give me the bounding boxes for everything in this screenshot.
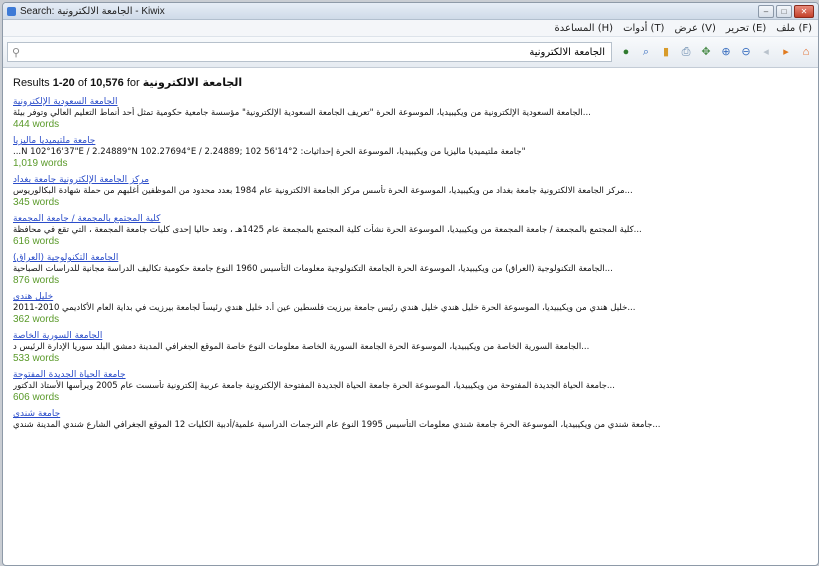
result-item: مركز الجامعة الإلكترونية جامعة بغداد ...…: [13, 175, 808, 208]
result-title-link[interactable]: جامعة الحياة الجديدة المفتوحة: [13, 370, 808, 380]
result-snippet: ...الجامعة السعودية الإلكترونية من ويكيب…: [13, 108, 591, 118]
result-item: كلية المجتمع بالمجمعة / جامعة المجمعة ..…: [13, 214, 808, 247]
result-title-link[interactable]: جامعة ملتيميديا ماليزيا: [13, 136, 808, 146]
globe-icon[interactable]: ●: [618, 44, 634, 60]
result-item: جامعة الحياة الجديدة المفتوحة ...جامعة ا…: [13, 370, 808, 403]
menu-edit[interactable]: تحرير (E): [726, 23, 766, 34]
result-word-count: 444 words: [13, 119, 60, 130]
bookmark-icon[interactable]: ▮: [658, 44, 674, 60]
result-snippet: ...N 102°16'37"E / 2.24889°N 102.27694°E…: [13, 147, 526, 157]
print-icon[interactable]: ⎙: [678, 44, 694, 60]
result-snippet: ...الجامعة التكنولوجية (العراق) من ويكيب…: [13, 264, 613, 274]
result-word-count: 345 words: [13, 197, 60, 208]
window-title: Search: الجامعة الالكترونية - Kiwix: [20, 5, 165, 17]
close-button[interactable]: ✕: [794, 4, 814, 18]
menu-bar: المساعدة (H) أدوات (T) عرض (V) تحرير (E)…: [3, 20, 818, 37]
results-for: for: [126, 77, 140, 89]
result-title-link[interactable]: خليل هندي: [13, 292, 808, 302]
search-input[interactable]: [20, 45, 607, 59]
kiwix-app-icon: [7, 6, 16, 16]
result-item: جامعة شندي ...جامعة شندي من ويكيبيديا، ا…: [13, 409, 808, 431]
next-icon[interactable]: ▸: [778, 44, 794, 60]
result-word-count: 362 words: [13, 314, 60, 325]
zoom-out-icon[interactable]: ⊖: [738, 44, 754, 60]
result-snippet: ...كلية المجتمع بالمجمعة / جامعة المجمعة…: [13, 225, 642, 235]
search-field[interactable]: ⚲: [7, 42, 612, 62]
result-snippet: ...خليل هندي من ويكيبيديا، الموسوعة الحر…: [13, 303, 636, 313]
results-range: 1-20: [52, 77, 75, 89]
previous-icon[interactable]: ◂: [758, 44, 774, 60]
home-icon[interactable]: ⌂: [798, 44, 814, 60]
zoom-in-icon[interactable]: ⊕: [718, 44, 734, 60]
menu-help[interactable]: المساعدة (H): [555, 23, 614, 34]
menu-tools[interactable]: أدوات (T): [623, 23, 664, 34]
result-item: الجامعة التكنولوجية (العراق) ...الجامعة …: [13, 253, 808, 286]
app-window: Search: الجامعة الالكترونية - Kiwix – □ …: [2, 2, 819, 566]
result-title-link[interactable]: الجامعة التكنولوجية (العراق): [13, 253, 808, 263]
search-results: Results 1-20 of 10,576 for الجامعة الالك…: [3, 68, 818, 443]
toolbar-icons: ● ⌕ ▮ ⎙ ✥ ⊕ ⊖ ◂ ▸ ⌂: [618, 44, 814, 60]
result-title-link[interactable]: الجامعة السورية الخاصة: [13, 331, 808, 341]
result-word-count: 1,019 words: [13, 158, 68, 169]
result-title-link[interactable]: مركز الجامعة الإلكترونية جامعة بغداد: [13, 175, 808, 185]
result-snippet: ...الجامعة السورية الخاصة من ويكيبيديا، …: [13, 342, 590, 352]
result-item: الجامعة السورية الخاصة ...الجامعة السوري…: [13, 331, 808, 364]
result-item: خليل هندي ...خليل هندي من ويكيبيديا، الم…: [13, 292, 808, 325]
window-controls: – □ ✕: [758, 4, 814, 18]
title-bar: Search: الجامعة الالكترونية - Kiwix – □ …: [3, 3, 818, 20]
result-title-link[interactable]: الجامعة السعودية الإلكترونية: [13, 97, 808, 107]
toolbar: ⚲ ● ⌕ ▮ ⎙ ✥ ⊕ ⊖ ◂ ▸ ⌂: [3, 37, 818, 68]
menu-file[interactable]: ملف (F): [776, 23, 812, 34]
result-title-link[interactable]: جامعة شندي: [13, 409, 808, 419]
result-title-link[interactable]: كلية المجتمع بالمجمعة / جامعة المجمعة: [13, 214, 808, 224]
result-word-count: 533 words: [13, 353, 60, 364]
result-word-count: 606 words: [13, 392, 60, 403]
result-item: الجامعة السعودية الإلكترونية ...الجامعة …: [13, 97, 808, 130]
result-snippet: ...مركز الجامعة الالكترونية جامعة بغداد …: [13, 186, 633, 196]
result-snippet: ...جامعة شندي من ويكيبيديا، الموسوعة الح…: [13, 420, 661, 430]
results-prefix: Results: [13, 77, 50, 89]
result-word-count: 876 words: [13, 275, 60, 286]
result-snippet: ...جامعة الحياة الجديدة المفتوحة من ويكي…: [13, 381, 615, 391]
result-item: جامعة ملتيميديا ماليزيا ...N 102°16'37"E…: [13, 136, 808, 169]
results-header: Results 1-20 of 10,576 for الجامعة الالك…: [13, 76, 808, 89]
find-icon[interactable]: ⌕: [638, 44, 654, 60]
fullscreen-icon[interactable]: ✥: [698, 44, 714, 60]
menu-view[interactable]: عرض (V): [674, 23, 715, 34]
results-of: of: [77, 77, 88, 89]
results-query: الجامعة الالكترونية: [142, 76, 243, 89]
minimize-button[interactable]: –: [758, 4, 774, 18]
result-word-count: 616 words: [13, 236, 60, 247]
maximize-button[interactable]: □: [776, 4, 792, 18]
search-icon: ⚲: [12, 46, 21, 59]
results-total: 10,576: [90, 77, 124, 89]
